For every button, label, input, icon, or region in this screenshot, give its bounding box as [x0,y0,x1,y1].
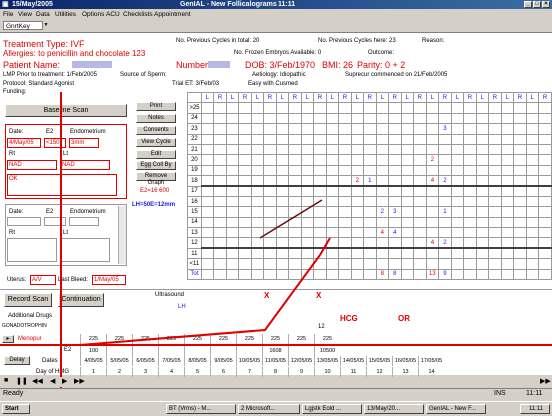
status-bar: Ready INS 11:11 [0,388,552,401]
playback-end-icon[interactable]: ▶▶ [540,377,551,385]
graph-overlay [0,92,552,388]
fast-forward-icon[interactable]: ▶▶ [74,377,85,385]
e2-graph-line [79,237,331,346]
playback-bar: ■ ❚❚ ◀◀ ◀ ▶ ▶▶ ▶▶ [0,377,552,387]
pause-icon[interactable]: ❚❚ [16,377,28,385]
task-4[interactable]: 13/May/20... [364,404,424,414]
start-button[interactable]: Start [2,404,30,414]
stop-icon[interactable]: ■ [4,377,8,384]
status-text: Ready [3,390,24,397]
task-3[interactable]: Lgjstk Eold ... [302,404,362,414]
taskbar-clock: 11:11 [520,404,550,414]
taskbar: Start BT (Vrms) - M... 2 Microsoft... Lg… [0,401,552,416]
rewind-icon[interactable]: ◀◀ [32,377,43,385]
status-time: 11:11 [526,390,543,397]
task-1[interactable]: BT (Vrms) - M... [166,404,236,414]
task-5[interactable]: GenIAL - New F... [426,404,486,414]
status-ins: INS [494,390,506,397]
follicle-growth-line [259,199,323,239]
play-back-icon[interactable]: ◀ [50,377,55,385]
play-icon[interactable]: ▶ [62,377,67,385]
task-2[interactable]: 2 Microsoft... [238,404,300,414]
